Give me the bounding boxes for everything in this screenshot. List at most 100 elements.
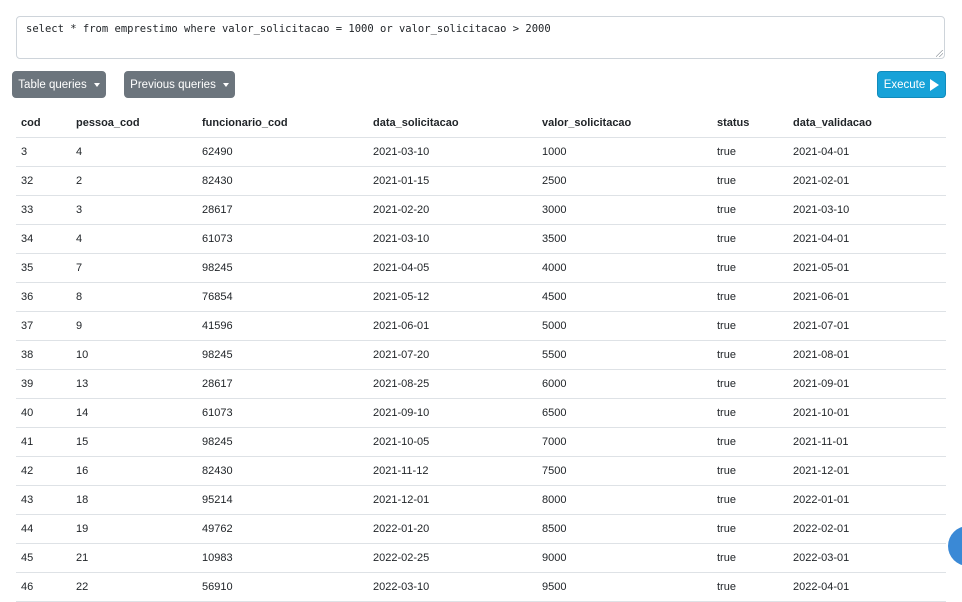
table-queries-dropdown[interactable]: Table queries: [12, 71, 106, 98]
table-cell: 61073: [197, 224, 368, 254]
resize-handle-icon[interactable]: [936, 50, 943, 57]
execute-label: Execute: [883, 78, 926, 91]
table-cell: 28617: [197, 195, 368, 225]
table-cell: 2021-02-20: [368, 195, 537, 225]
table-row: 34 4 61073 2021-03-10 3500 true 2021-04-01: [16, 224, 946, 254]
table-cell: 2022-02-25: [368, 543, 537, 573]
column-header: funcionario_cod: [197, 109, 368, 138]
table-row: 42 16 82430 2021-11-12 7500 true 2021-12-01: [16, 456, 946, 486]
table-row: 33 3 28617 2021-02-20 3000 true 2021-03-10: [16, 195, 946, 225]
table-cell: 2021-08-25: [368, 369, 537, 399]
table-cell: true: [712, 427, 788, 457]
table-cell: 2021-11-01: [788, 427, 946, 457]
table-cell: true: [712, 282, 788, 312]
table-cell: 34: [16, 224, 71, 254]
table-cell: 41: [16, 427, 71, 457]
table-cell: 2021-04-01: [788, 224, 946, 254]
table-cell: true: [712, 485, 788, 515]
table-cell: 62490: [197, 137, 368, 167]
table-cell: 22: [71, 572, 197, 602]
table-cell: 18: [71, 485, 197, 515]
table-row: 46 22 56910 2022-03-10 9500 true 2022-04-01: [16, 572, 946, 602]
table-cell: 98245: [197, 253, 368, 283]
play-icon: [930, 78, 940, 91]
column-header: data_validacao: [788, 109, 946, 138]
table-cell: 2021-10-05: [368, 427, 537, 457]
table-cell: 8000: [537, 485, 712, 515]
table-cell: 2021-05-12: [368, 282, 537, 312]
table-cell: 32: [16, 166, 71, 196]
table-cell: 4500: [537, 282, 712, 312]
column-header: status: [712, 109, 788, 138]
table-cell: 2021-04-01: [788, 137, 946, 167]
table-cell: 56910: [197, 572, 368, 602]
table-cell: 4: [71, 137, 197, 167]
table-cell: 33: [16, 195, 71, 225]
table-cell: 2022-04-01: [788, 572, 946, 602]
table-cell: 37: [16, 311, 71, 341]
table-cell: 10983: [197, 543, 368, 573]
table-queries-label: Table queries: [18, 78, 87, 91]
previous-queries-dropdown[interactable]: Previous queries: [124, 71, 235, 98]
table-row: 44 19 49762 2022-01-20 8500 true 2022-02-01: [16, 514, 946, 544]
table-cell: 2021-08-01: [788, 340, 946, 370]
table-cell: 28617: [197, 369, 368, 399]
table-cell: 3000: [537, 195, 712, 225]
table-cell: 49762: [197, 514, 368, 544]
table-cell: 3500: [537, 224, 712, 254]
table-cell: 2021-06-01: [368, 311, 537, 341]
table-cell: 2022-02-01: [788, 514, 946, 544]
table-cell: 42: [16, 456, 71, 486]
table-cell: 39: [16, 369, 71, 399]
table-row: 41 15 98245 2021-10-05 7000 true 2021-11-01: [16, 427, 946, 457]
table-cell: 2021-09-01: [788, 369, 946, 399]
table-cell: 7: [71, 253, 197, 283]
table-cell: 2022-01-01: [788, 485, 946, 515]
table-cell: 9: [71, 311, 197, 341]
query-input[interactable]: [16, 16, 945, 59]
table-cell: 46: [16, 572, 71, 602]
table-cell: 98245: [197, 427, 368, 457]
table-cell: true: [712, 514, 788, 544]
table-cell: 76854: [197, 282, 368, 312]
table-cell: 95214: [197, 485, 368, 515]
table-cell: 2021-11-12: [368, 456, 537, 486]
table-cell: true: [712, 456, 788, 486]
table-cell: 61073: [197, 398, 368, 428]
table-cell: true: [712, 340, 788, 370]
table-cell: true: [712, 572, 788, 602]
table-cell: 44: [16, 514, 71, 544]
table-cell: true: [712, 166, 788, 196]
table-row: 37 9 41596 2021-06-01 5000 true 2021-07-01: [16, 311, 946, 341]
table-cell: 43: [16, 485, 71, 515]
table-cell: 19: [71, 514, 197, 544]
table-cell: 2021-01-15: [368, 166, 537, 196]
column-header: valor_solicitacao: [537, 109, 712, 138]
table-cell: 6500: [537, 398, 712, 428]
table-row: 45 21 10983 2022-02-25 9000 true 2022-03-01: [16, 543, 946, 573]
table-cell: 2022-03-01: [788, 543, 946, 573]
table-cell: 8500: [537, 514, 712, 544]
table-cell: 21: [71, 543, 197, 573]
table-cell: 4: [71, 224, 197, 254]
table-row: 36 8 76854 2021-05-12 4500 true 2021-06-01: [16, 282, 946, 312]
table-row: 40 14 61073 2021-09-10 6500 true 2021-10-01: [16, 398, 946, 428]
table-cell: 13: [71, 369, 197, 399]
caret-down-icon: [93, 82, 100, 87]
table-cell: 6000: [537, 369, 712, 399]
table-cell: 2021-12-01: [368, 485, 537, 515]
table-cell: 8: [71, 282, 197, 312]
table-cell: true: [712, 253, 788, 283]
table-cell: 7500: [537, 456, 712, 486]
column-header: data_solicitacao: [368, 109, 537, 138]
table-cell: 10: [71, 340, 197, 370]
previous-queries-label: Previous queries: [130, 78, 216, 91]
table-cell: 36: [16, 282, 71, 312]
execute-button[interactable]: Execute: [877, 71, 946, 98]
floating-action-button[interactable]: [948, 526, 962, 566]
table-header-row: cod pessoa_cod funcionario_cod data_soli…: [16, 109, 946, 138]
table-cell: true: [712, 369, 788, 399]
table-cell: 2021-03-10: [368, 137, 537, 167]
table-cell: 98245: [197, 340, 368, 370]
table-cell: 2021-12-01: [788, 456, 946, 486]
